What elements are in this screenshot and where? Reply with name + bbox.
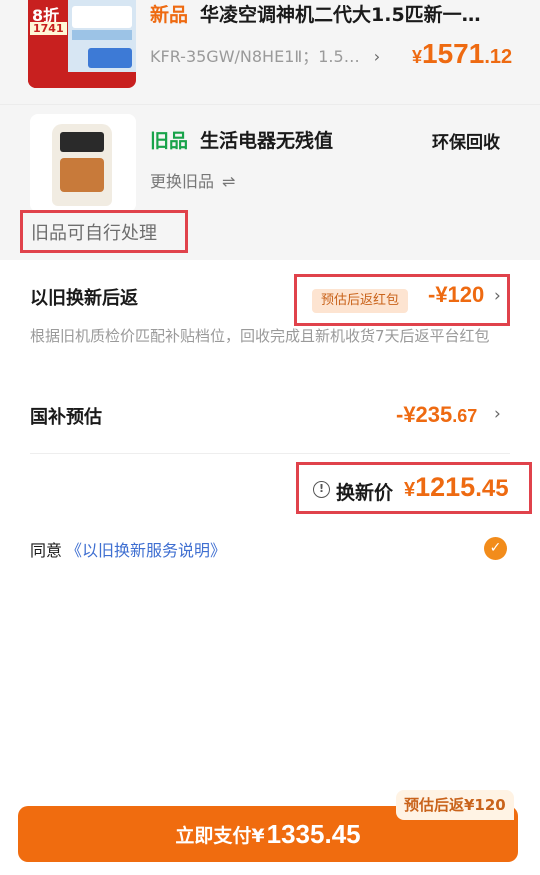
info-icon[interactable]: ! — [313, 481, 330, 498]
thumbnail-price-text: 1741 — [30, 22, 67, 35]
service-terms-link[interactable]: 《以旧换新服务说明》 — [66, 541, 226, 560]
air-conditioner-strip — [72, 30, 132, 40]
price-symbol: ¥ — [412, 47, 423, 67]
subsidy-amount: -¥235.67 — [396, 402, 477, 428]
product-section: 8折 1741 新品 华凌空调神机二代大1.5匹新一… KFR-35GW/N8H… — [0, 0, 540, 260]
price-decimal: .45 — [475, 475, 509, 502]
pay-button-amount: 1335.45 — [266, 818, 361, 849]
new-product-name: 华凌空调神机二代大1.5匹新一… — [200, 4, 481, 26]
subsidy-amount-integer: -¥235 — [396, 402, 453, 427]
old-product-name: 生活电器无残值 — [200, 130, 334, 152]
final-price: ¥1215.45 — [404, 472, 509, 503]
estimated-cashback-badge: 预估后返¥120 — [396, 790, 514, 820]
price-integer: 1215 — [415, 472, 476, 502]
divider — [30, 453, 510, 454]
divider — [0, 104, 540, 105]
final-price-label: 换新价 — [336, 482, 394, 504]
old-product-title: 旧品 生活电器无残值 — [150, 126, 333, 153]
old-item-tag: 旧品 — [150, 130, 189, 152]
trade-in-description: 根据旧机质检价匹配补贴档位，回收完成且新机收货7天后返平台红包 — [30, 327, 490, 345]
new-product-spec-selector[interactable]: KFR-35GW/N8HE1Ⅱ；1.5… › — [150, 43, 380, 67]
trade-in-amount: -¥120 — [428, 282, 485, 307]
estimated-red-packet-badge: 预估后返红包 — [312, 289, 409, 313]
chevron-right-icon[interactable]: › — [494, 404, 501, 424]
price-integer: 1571 — [422, 38, 485, 69]
new-product-thumbnail[interactable]: 8折 1741 — [28, 0, 136, 88]
air-conditioner-image — [72, 6, 132, 28]
agreement-prefix: 同意 — [30, 541, 63, 560]
new-product-price: ¥1571.12 — [412, 38, 512, 70]
trade-in-title: 以旧换新后返 — [30, 288, 138, 309]
chevron-right-icon[interactable]: › — [494, 286, 501, 306]
recycle-service-label: 环保回收 — [432, 133, 500, 153]
agreement-checkbox[interactable]: ✓ — [484, 537, 507, 560]
agreement-row: 同意 《以旧换新服务说明》 — [30, 537, 226, 561]
price-symbol: ¥ — [404, 479, 416, 501]
subsidy-title: 国补预估 — [30, 407, 102, 428]
new-product-title[interactable]: 新品 华凌空调神机二代大1.5匹新一… — [150, 0, 510, 26]
old-product-thumbnail[interactable] — [30, 114, 136, 212]
new-product-spec: KFR-35GW/N8HE1Ⅱ；1.5… — [150, 47, 360, 66]
subsidy-amount-decimal: .67 — [452, 406, 478, 426]
swap-icon: ⇌ — [222, 172, 236, 191]
thumbnail-badge — [88, 48, 132, 68]
swap-old-item-button[interactable]: 更换旧品 ⇌ — [150, 168, 235, 192]
air-fryer-window — [60, 158, 104, 192]
air-fryer-panel — [60, 132, 104, 152]
pay-button-label: 立即支付¥ — [175, 824, 265, 847]
thumbnail-footer — [28, 72, 136, 88]
swap-label: 更换旧品 — [150, 172, 215, 191]
new-item-tag: 新品 — [150, 4, 189, 26]
self-dispose-note: 旧品可自行处理 — [20, 210, 188, 253]
chevron-right-icon: › — [373, 47, 381, 66]
price-summary-panel — [0, 260, 540, 875]
price-decimal: .12 — [484, 46, 513, 68]
